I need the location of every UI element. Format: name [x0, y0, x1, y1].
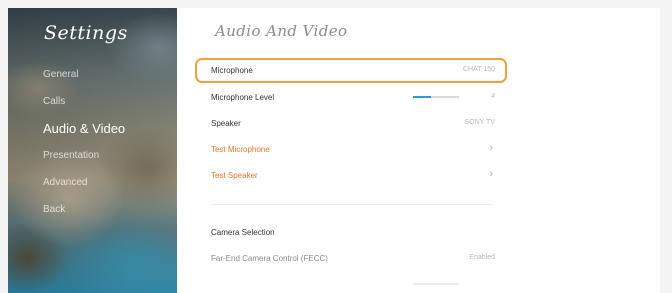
- section-divider: [211, 204, 493, 205]
- speaker-row[interactable]: Speaker SONY TV: [195, 111, 507, 136]
- sidebar-item-general[interactable]: General: [43, 68, 125, 95]
- speaker-label: Speaker: [211, 119, 241, 128]
- test-microphone-label: Test Microphone: [211, 145, 270, 154]
- sidebar: Settings General Calls Audio & Video Pre…: [8, 8, 177, 293]
- microphone-value: CHAT 150: [462, 66, 495, 73]
- test-speaker-row[interactable]: Test Speaker ›: [195, 163, 507, 188]
- microphone-label: Microphone: [211, 66, 253, 75]
- tv-frame: Settings General Calls Audio & Video Pre…: [0, 0, 672, 293]
- microphone-level-slider[interactable]: [413, 96, 459, 98]
- microphone-level-value: 4: [491, 93, 495, 100]
- test-speaker-label: Test Speaker: [211, 171, 258, 180]
- sidebar-item-audio-video[interactable]: Audio & Video: [43, 122, 125, 149]
- chevron-right-icon: ›: [489, 142, 493, 154]
- test-microphone-row[interactable]: Test Microphone ›: [195, 137, 507, 162]
- fecc-value: Enabled: [469, 254, 495, 261]
- settings-screen: Settings General Calls Audio & Video Pre…: [8, 8, 660, 293]
- hidden-row-slider: [413, 283, 459, 285]
- sidebar-item-advanced[interactable]: Advanced: [43, 176, 125, 203]
- speaker-value: SONY TV: [464, 119, 495, 126]
- page-title: Audio And Video: [215, 22, 348, 40]
- sidebar-title: Settings: [44, 22, 128, 44]
- sidebar-item-back[interactable]: Back: [43, 203, 125, 230]
- sidebar-nav: General Calls Audio & Video Presentation…: [43, 68, 125, 230]
- camera-selection-row[interactable]: Camera Selection: [195, 220, 507, 245]
- fecc-label: Far-End Camera Control (FECC): [211, 254, 328, 263]
- partially-hidden-row: [195, 272, 507, 293]
- microphone-level-label: Microphone Level: [211, 93, 275, 102]
- microphone-row[interactable]: Microphone CHAT 150: [195, 58, 507, 83]
- sidebar-item-calls[interactable]: Calls: [43, 95, 125, 122]
- fecc-row[interactable]: Far-End Camera Control (FECC) Enabled: [195, 246, 507, 271]
- sidebar-item-presentation[interactable]: Presentation: [43, 149, 125, 176]
- microphone-level-row[interactable]: Microphone Level 4: [195, 85, 507, 110]
- camera-selection-label: Camera Selection: [211, 228, 275, 237]
- chevron-right-icon: ›: [489, 168, 493, 180]
- main-panel: Audio And Video Microphone CHAT 150 Micr…: [177, 8, 660, 293]
- microphone-level-fill: [413, 96, 432, 98]
